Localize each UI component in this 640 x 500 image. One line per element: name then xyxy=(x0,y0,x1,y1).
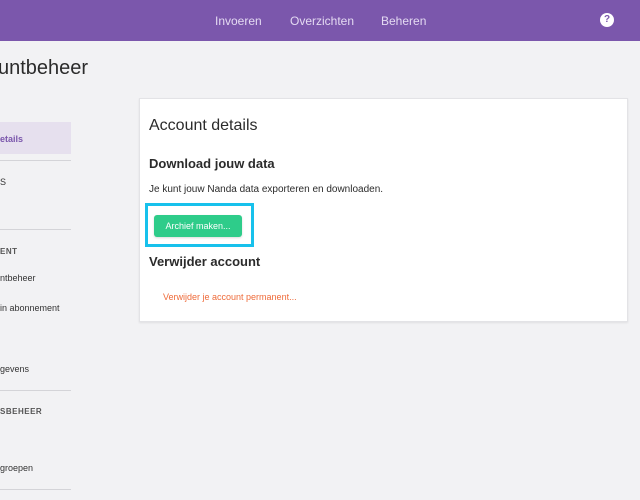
sidebar-divider xyxy=(0,489,71,490)
top-navigation-bar: Invoeren Overzichten Beheren ? xyxy=(0,0,640,41)
delete-account-link[interactable]: Verwijder je account permanent... xyxy=(163,292,297,302)
sidebar-divider xyxy=(0,390,71,391)
sidebar-item-gegevens[interactable]: gevens xyxy=(0,364,29,374)
download-description: Je kunt jouw Nanda data exporteren en do… xyxy=(149,184,384,195)
download-section-heading: Download jouw data xyxy=(149,156,275,171)
nav-beheren[interactable]: Beheren xyxy=(381,14,426,28)
nav-invoeren[interactable]: Invoeren xyxy=(215,14,262,28)
create-archive-button[interactable]: Archief maken... xyxy=(154,215,242,237)
sidebar-divider xyxy=(0,160,71,161)
help-icon[interactable]: ? xyxy=(600,13,614,27)
sidebar-divider xyxy=(0,229,71,230)
sidebar-item-s[interactable]: S xyxy=(0,177,6,187)
sidebar-item-groepen[interactable]: groepen xyxy=(0,463,33,473)
page-title: untbeheer xyxy=(0,57,89,79)
sidebar-item-abonnement[interactable]: in abonnement xyxy=(0,303,60,313)
sidebar-item-accountbeheer[interactable]: ntbeheer xyxy=(0,273,36,283)
sidebar-section-header: SBEHEER xyxy=(0,407,43,416)
delete-section-heading: Verwijder account xyxy=(149,254,261,269)
nav-overzichten[interactable]: Overzichten xyxy=(290,14,354,28)
sidebar-section-header: ENT xyxy=(0,247,18,256)
card-title: Account details xyxy=(149,117,258,134)
sidebar-item-account-details[interactable]: etails xyxy=(0,134,23,144)
